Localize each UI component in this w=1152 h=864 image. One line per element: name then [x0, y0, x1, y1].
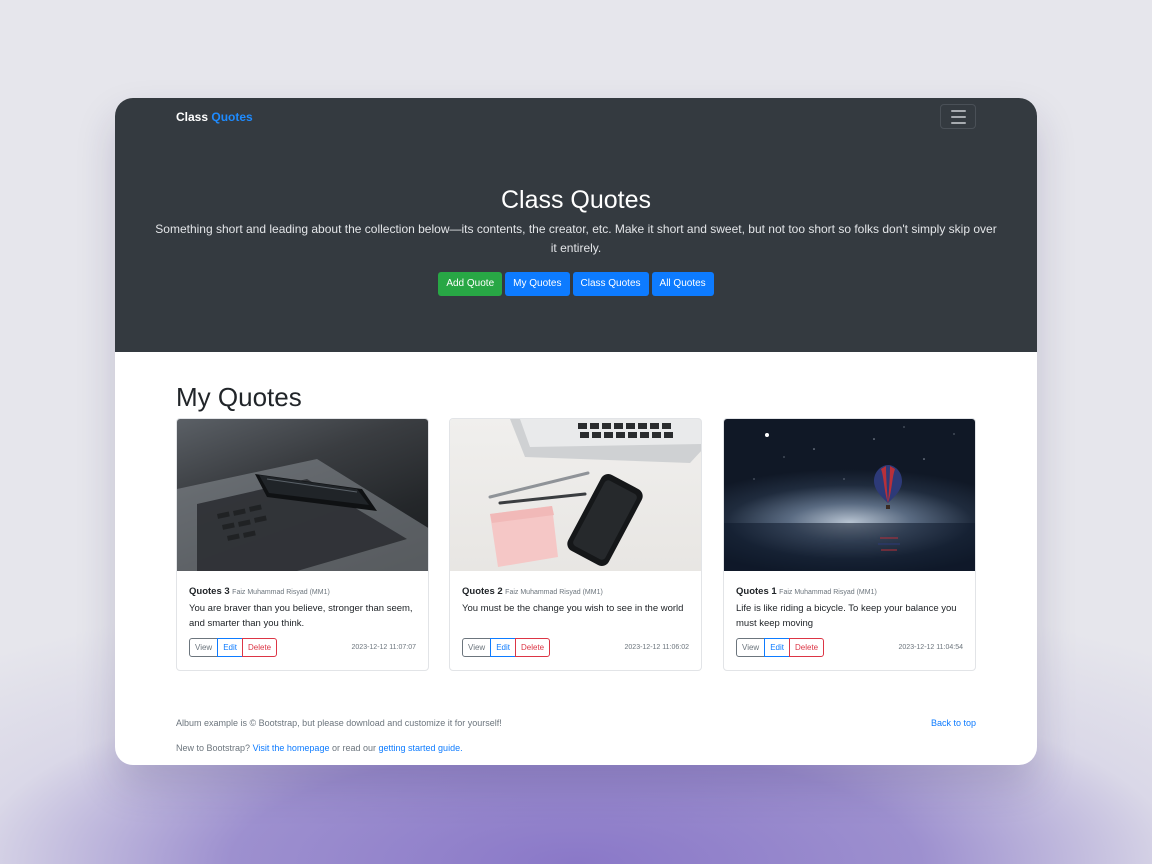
card-button-group: View Edit Delete: [736, 638, 825, 657]
brand-word-class: Class: [176, 110, 209, 124]
night-balloon-illustration: [724, 426, 975, 571]
laptop-phone-illustration: [177, 459, 428, 571]
delete-button[interactable]: Delete: [789, 638, 825, 657]
quote-card: Quotes 2 Faiz Muhammad Risyad (MM1) You …: [449, 418, 702, 671]
browser-window: Class Quotes Class Quotes Something shor…: [115, 98, 1037, 765]
my-quotes-button[interactable]: My Quotes: [505, 272, 570, 296]
all-quotes-button[interactable]: All Quotes: [651, 272, 714, 296]
card-quote-text: Life is like riding a bicycle. To keep y…: [736, 603, 957, 629]
edit-button[interactable]: Edit: [490, 638, 516, 657]
card-author: Faiz Muhammad Risyad (MM1): [779, 589, 877, 596]
section-title: My Quotes: [176, 382, 302, 412]
card-body: Quotes 2 Faiz Muhammad Risyad (MM1) You …: [450, 571, 701, 633]
hero-title: Class Quotes: [500, 186, 652, 214]
quote-card: Quotes 3 Faiz Muhammad Risyad (MM1) You …: [176, 418, 429, 671]
card-heading: Quotes 2 Faiz Muhammad Risyad (MM1): [462, 585, 689, 599]
card-actions: View Edit Delete 2023-12-12 11:06:02: [462, 638, 689, 657]
hero-button-row: Add Quote My Quotes Class Quotes All Quo…: [115, 272, 1037, 296]
main-content: My Quotes Quotes 3 Faiz Muhammad Risyad …: [115, 352, 1037, 765]
card-button-group: View Edit Delete: [462, 638, 551, 657]
getting-started-link[interactable]: getting started guide.: [379, 743, 463, 753]
card-body: Quotes 1 Faiz Muhammad Risyad (MM1) Life…: [724, 571, 975, 633]
hamburger-menu-icon: [950, 121, 966, 124]
hero-lead-text: Something short and leading about the co…: [155, 222, 997, 255]
view-button[interactable]: View: [189, 638, 219, 657]
card-timestamp: 2023-12-12 11:07:07: [351, 644, 416, 651]
card-image-desk-phone-pens: [450, 419, 701, 571]
footer-prefix: New to Bootstrap?: [176, 743, 251, 753]
card-timestamp: 2023-12-12 11:04:54: [898, 644, 963, 651]
navbar-toggler-button[interactable]: [940, 104, 976, 129]
class-quotes-button[interactable]: Class Quotes: [572, 272, 649, 296]
delete-button[interactable]: Delete: [515, 638, 551, 657]
edit-button[interactable]: Edit: [764, 638, 790, 657]
add-quote-button[interactable]: Add Quote: [438, 272, 503, 296]
back-to-top-link[interactable]: Back to top: [931, 718, 976, 728]
view-button[interactable]: View: [462, 638, 492, 657]
footer-middle: or read our: [331, 743, 376, 753]
navbar-brand[interactable]: Class Quotes: [176, 110, 253, 124]
card-title: Quotes 2: [462, 586, 503, 597]
card-timestamp: 2023-12-12 11:06:02: [624, 644, 689, 651]
brand-word-quotes: Quotes: [211, 110, 253, 124]
view-button[interactable]: View: [736, 638, 766, 657]
card-image-laptop-phone: [177, 419, 428, 571]
footer-bootstrap-links: New to Bootstrap? Visit the homepage or …: [176, 743, 463, 753]
card-actions: View Edit Delete 2023-12-12 11:04:54: [736, 638, 963, 657]
card-title: Quotes 3: [189, 586, 230, 597]
card-quote-text: You must be the change you wish to see i…: [462, 603, 684, 614]
card-title: Quotes 1: [736, 586, 777, 597]
card-image-night-balloon: [724, 419, 975, 571]
footer-copyright: Album example is © Bootstrap, but please…: [176, 718, 502, 728]
hamburger-menu-icon: [950, 109, 966, 112]
navbar: Class Quotes: [115, 98, 1037, 136]
card-quote-text: You are braver than you believe, stronge…: [189, 603, 413, 629]
desk-phone-pens-illustration: [488, 419, 701, 567]
card-body: Quotes 3 Faiz Muhammad Risyad (MM1) You …: [177, 571, 428, 633]
delete-button[interactable]: Delete: [242, 638, 278, 657]
quote-card: Quotes 1 Faiz Muhammad Risyad (MM1) Life…: [723, 418, 976, 671]
homepage-link[interactable]: Visit the homepage: [253, 743, 330, 753]
card-author: Faiz Muhammad Risyad (MM1): [505, 589, 603, 596]
hero-section: Class Quotes Class Quotes Something shor…: [115, 98, 1037, 352]
edit-button[interactable]: Edit: [217, 638, 243, 657]
hamburger-menu-icon: [950, 115, 966, 118]
card-actions: View Edit Delete 2023-12-12 11:07:07: [189, 638, 416, 657]
card-heading: Quotes 3 Faiz Muhammad Risyad (MM1): [189, 585, 416, 599]
card-author: Faiz Muhammad Risyad (MM1): [232, 589, 330, 596]
card-button-group: View Edit Delete: [189, 638, 278, 657]
card-heading: Quotes 1 Faiz Muhammad Risyad (MM1): [736, 585, 963, 599]
